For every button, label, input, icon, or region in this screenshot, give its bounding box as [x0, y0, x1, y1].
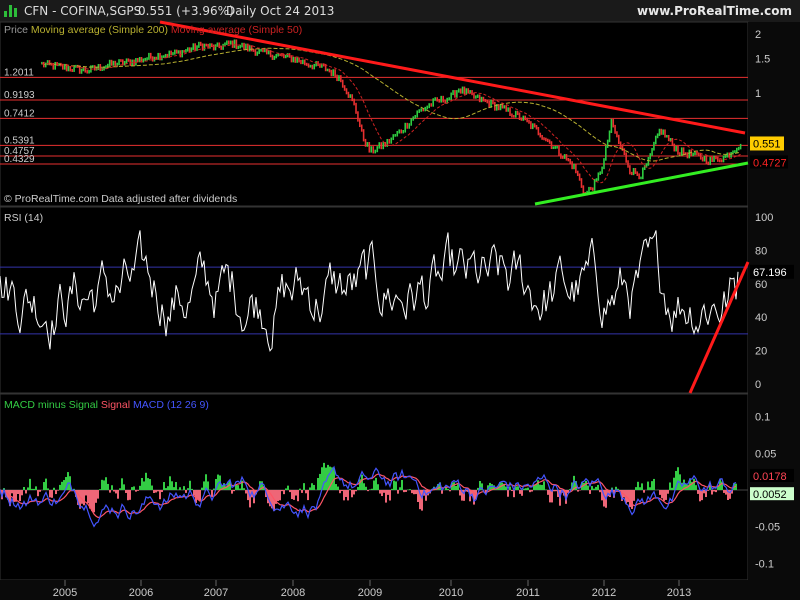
rsi-axis-tick: 0 [755, 379, 761, 391]
year-tick-label: 2008 [281, 587, 305, 599]
price-axis-tick: 1.5 [755, 53, 770, 65]
price-panel-frame [0, 21, 749, 207]
macd-axis-tick: -0.1 [755, 558, 774, 570]
macd-axis-tick: 0.1 [755, 412, 770, 424]
rsi-value-tag: 67.196 [753, 267, 787, 279]
macd-axis-tick: -0.05 [755, 522, 780, 534]
right-axis-bg [748, 22, 800, 600]
price-axis-tick: 1 [755, 88, 761, 100]
year-tick-label: 2009 [358, 587, 382, 599]
macd-legend: MACD minus Signal Signal MACD (12 26 9) [4, 399, 209, 411]
rsi-axis-tick: 80 [755, 245, 767, 257]
signal-value-tag: 0.0178 [753, 471, 787, 483]
last-ma-tag: 0.4727 [753, 157, 787, 169]
year-tick-label: 2006 [129, 587, 153, 599]
rsi-axis-tick: 40 [755, 312, 767, 324]
rsi-title: RSI (14) [4, 212, 43, 224]
rsi-axis-tick: 100 [755, 212, 773, 224]
rsi-panel-frame [0, 206, 749, 394]
rsi-axis-tick: 20 [755, 346, 767, 358]
macd-value-tag: 0.0052 [753, 489, 787, 501]
data-note: © ProRealTime.com Data adjusted after di… [4, 193, 237, 205]
macd-axis-tick: 0.05 [755, 448, 776, 460]
support-level-label: 0.7412 [4, 108, 35, 119]
year-tick-label: 2010 [439, 587, 463, 599]
year-tick-label: 2013 [667, 587, 691, 599]
support-level-label: 0.5391 [4, 135, 35, 146]
price-legend: Price Moving average (Simple 200) Moving… [4, 24, 302, 36]
stock-chart[interactable]: 2005 2006 2007 2008 2009 2010 2011 2012 20131.20… [0, 0, 800, 600]
support-level-label: 0.9193 [4, 90, 35, 101]
price-axis-tick: 2 [755, 29, 761, 41]
year-tick-label: 2011 [516, 587, 540, 599]
last-price-tag: 0.551 [753, 138, 781, 150]
year-tick-label: 2012 [592, 587, 616, 599]
rsi-axis-tick: 60 [755, 279, 767, 291]
year-tick-label: 2007 [204, 587, 228, 599]
support-level-label: 0.4329 [4, 154, 35, 165]
support-level-label: 1.2011 [4, 67, 34, 78]
year-tick-label: 2005 [53, 587, 77, 599]
